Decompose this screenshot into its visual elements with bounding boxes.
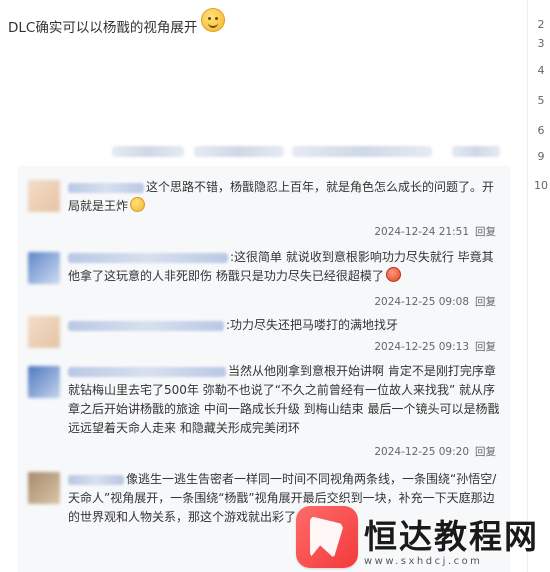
- avatar[interactable]: [28, 366, 60, 398]
- reply-meta: 2024-12-25 09:20 回复: [374, 444, 496, 459]
- username-blurred[interactable]: [68, 366, 226, 377]
- page-number-5[interactable]: 5: [532, 94, 550, 107]
- reply-button[interactable]: 回复: [475, 296, 496, 308]
- reply-content: 当然从他刚拿到意根开始讲啊 肯定不是刚打完序章就钻梅山里去宅了500年 弥勒不也…: [68, 362, 502, 438]
- avatar[interactable]: [28, 252, 60, 284]
- side-divider: [527, 0, 528, 572]
- reply-time: 2024-12-25 09:20: [374, 446, 469, 458]
- reply-item: :这很简单 就说收到意根影响功力尽失就行 毕竟其他拿了这玩意的人非死即伤 杨戬只…: [18, 238, 510, 310]
- smile-emoji-icon: [201, 8, 226, 32]
- reply-time: 2024-12-24 21:51: [374, 226, 469, 238]
- username-blurred[interactable]: [68, 182, 144, 193]
- watermark: 恒达教程网 www.sxhdcj.com: [296, 506, 546, 572]
- reply-item: 当然从他刚拿到意根开始讲啊 肯定不是刚打完序章就钻梅山里去宅了500年 弥勒不也…: [18, 358, 510, 464]
- username-blurred[interactable]: [68, 252, 228, 263]
- reply-time: 2024-12-25 09:13: [374, 341, 469, 353]
- watermark-url: www.sxhdcj.com: [364, 556, 483, 567]
- blurred-text: [452, 146, 500, 157]
- reply-content: :功力尽失还把马喽打的满地找牙: [68, 316, 502, 335]
- smile-emoji-icon: [130, 197, 146, 212]
- reply-meta: 2024-12-25 09:13 回复: [374, 339, 496, 354]
- blurred-text: [112, 146, 184, 157]
- reply-meta: 2024-12-24 21:51 回复: [374, 224, 496, 239]
- watermark-title: 恒达教程网: [364, 517, 539, 556]
- page-number-9[interactable]: 9: [532, 150, 550, 163]
- page-number-10[interactable]: 10: [532, 179, 550, 192]
- username-blurred[interactable]: [68, 320, 224, 331]
- reply-content: 这个思路不错，杨戬隐忍上百年，就是角色怎么成长的问题了。开局就是王炸: [68, 178, 502, 216]
- page-number-3[interactable]: 3: [532, 37, 550, 50]
- page-number-6[interactable]: 6: [532, 124, 550, 137]
- reply-text: :功力尽失还把马喽打的满地找牙: [226, 318, 399, 332]
- avatar[interactable]: [28, 316, 60, 348]
- reply-content: :这很简单 就说收到意根影响功力尽失就行 毕竟其他拿了这玩意的人非死即伤 杨戬只…: [68, 248, 502, 286]
- avatar[interactable]: [28, 472, 60, 504]
- reply-item: :功力尽失还把马喽打的满地找牙 2024-12-25 09:13 回复: [18, 310, 510, 358]
- fox-logo-icon: [296, 506, 358, 568]
- reply-meta: 2024-12-25 09:08 回复: [374, 294, 496, 309]
- username-blurred[interactable]: [68, 474, 124, 485]
- reply-button[interactable]: 回复: [475, 446, 496, 458]
- reply-button[interactable]: 回复: [475, 226, 496, 238]
- post-text: DLC确实可以以杨戬的视角展开: [8, 20, 198, 36]
- reply-time: 2024-12-25 09:08: [374, 296, 469, 308]
- blurred-text: [194, 146, 284, 157]
- post-content: DLC确实可以以杨戬的视角展开: [8, 8, 226, 38]
- reply-button[interactable]: 回复: [475, 341, 496, 353]
- page-number-4[interactable]: 4: [532, 64, 550, 77]
- avatar[interactable]: [28, 180, 60, 212]
- blurred-text: [292, 146, 432, 157]
- angry-emoji-icon: [385, 267, 401, 282]
- page-number-2[interactable]: 2: [532, 18, 550, 31]
- reply-item: 这个思路不错，杨戬隐忍上百年，就是角色怎么成长的问题了。开局就是王炸 2024-…: [18, 166, 510, 238]
